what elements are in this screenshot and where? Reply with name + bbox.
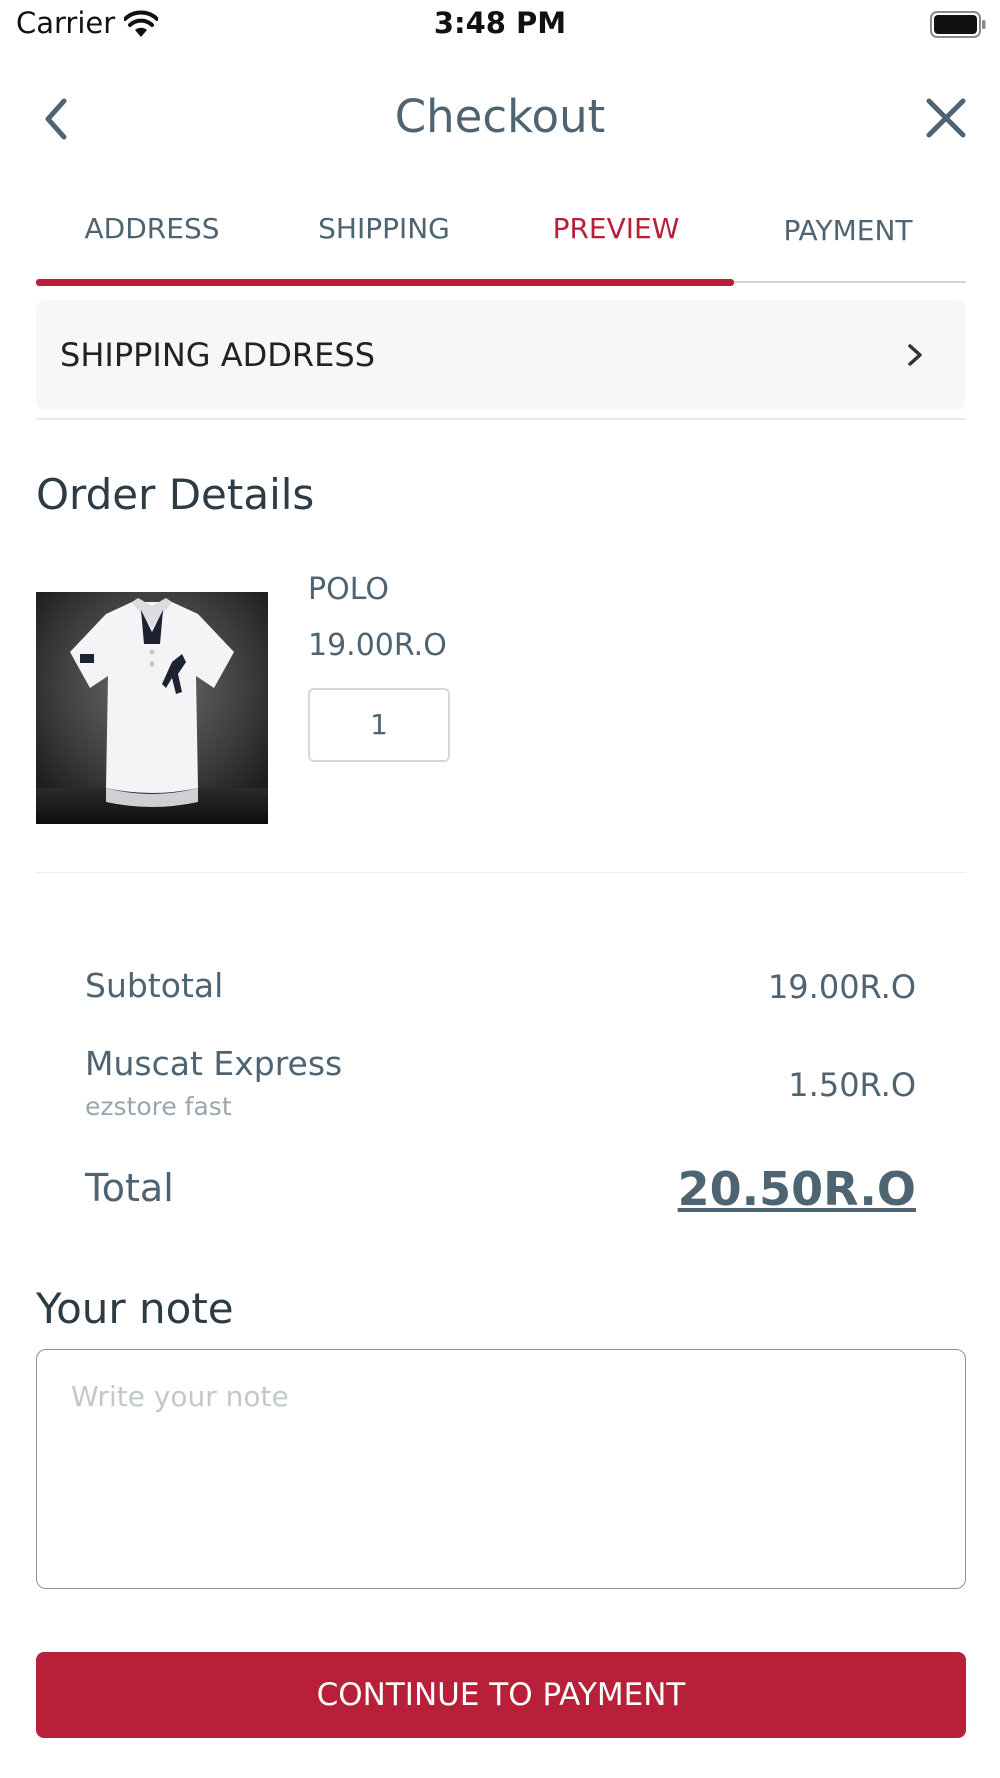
battery-icon xyxy=(930,11,986,38)
subtotal-value: 19.00R.O xyxy=(767,968,916,1006)
quantity-field[interactable]: 1 xyxy=(308,688,450,762)
divider xyxy=(36,418,966,420)
continue-to-payment-button[interactable]: CONTINUE TO PAYMENT xyxy=(36,1652,966,1738)
divider xyxy=(36,872,966,873)
shipping-method-label: Muscat Express xyxy=(85,1044,343,1083)
status-time: 3:48 PM xyxy=(433,6,567,40)
tab-shipping[interactable]: SHIPPING xyxy=(268,212,500,245)
note-heading: Your note xyxy=(36,1284,234,1333)
shipping-address-label: SHIPPING ADDRESS xyxy=(60,336,375,374)
tab-preview[interactable]: PREVIEW xyxy=(500,212,732,245)
chevron-right-icon xyxy=(908,344,922,366)
tab-address[interactable]: ADDRESS xyxy=(36,212,268,245)
product-name: POLO xyxy=(308,572,389,607)
tab-progress-bar xyxy=(36,279,734,286)
product-price: 19.00R.O xyxy=(308,628,447,663)
tab-payment[interactable]: PAYMENT xyxy=(732,214,964,247)
shipping-cost-value: 1.50R.O xyxy=(788,1066,916,1104)
page-title: Checkout xyxy=(394,90,606,143)
total-label: Total xyxy=(85,1166,174,1210)
close-button[interactable] xyxy=(925,97,967,139)
note-input[interactable] xyxy=(36,1349,966,1589)
shipping-method-sublabel: ezstore fast xyxy=(85,1092,232,1121)
shipping-address-row[interactable]: SHIPPING ADDRESS xyxy=(36,300,966,410)
total-value: 20.50R.O xyxy=(677,1162,916,1216)
subtotal-label: Subtotal xyxy=(85,966,224,1005)
product-image xyxy=(36,592,268,824)
order-details-heading: Order Details xyxy=(36,470,315,519)
